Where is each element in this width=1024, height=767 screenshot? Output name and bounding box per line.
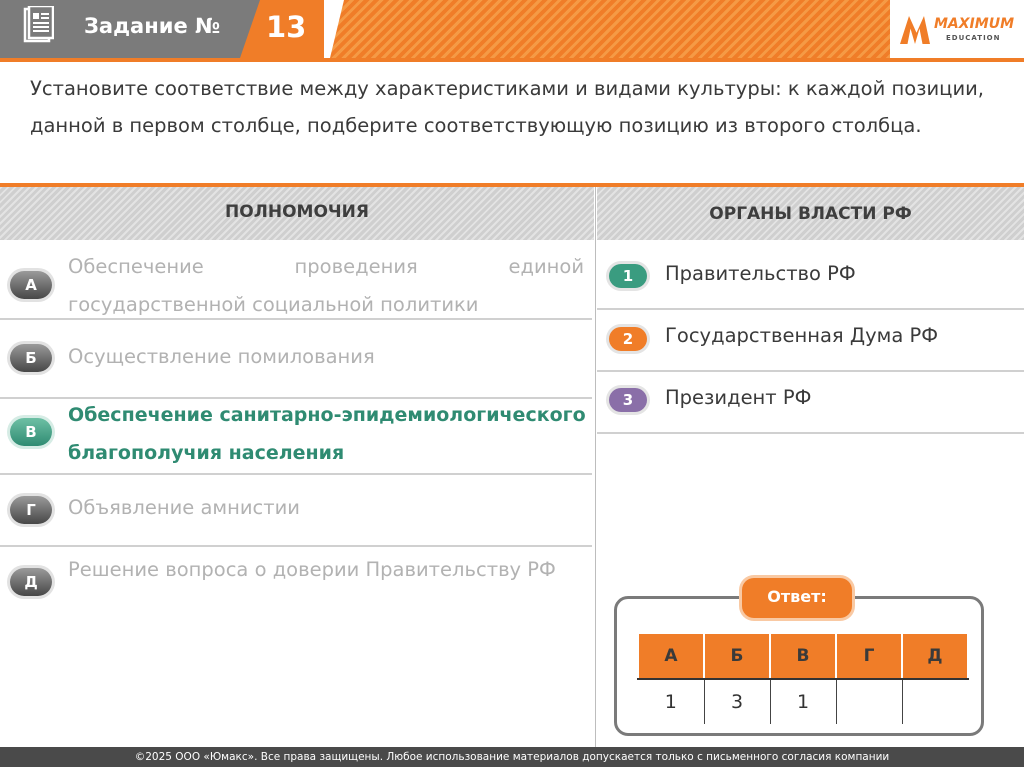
list-item-3[interactable]: 3 Президент РФ xyxy=(597,372,1024,434)
page-title: Задание № xyxy=(84,14,221,38)
right-column-header: ОРГАНЫ ВЛАСТИ РФ xyxy=(597,187,1024,240)
letter-badge-d: Г xyxy=(10,496,52,524)
answer-table: А Б В Г Д 1 3 1 xyxy=(637,632,969,724)
letter-badge-c: В xyxy=(10,418,52,446)
answer-header-b: Б xyxy=(703,632,771,680)
letter-badge-e: Д xyxy=(10,568,52,596)
copyright-text: ©2025 ООО «Юмакс». Все права защищены. Л… xyxy=(134,751,890,763)
footer-bar: ©2025 ООО «Юмакс». Все права защищены. Л… xyxy=(0,747,1024,767)
left-column-title: ПОЛНОМОЧИЯ xyxy=(225,202,369,222)
list-item-1[interactable]: 1 Правительство РФ xyxy=(597,240,1024,310)
header-stripe-decoration xyxy=(330,0,890,58)
answer-header-d: Г xyxy=(835,632,903,680)
item-text-e: Решение вопроса о доверии Правительству … xyxy=(68,558,556,581)
item-text-b: Осуществление помилования xyxy=(68,345,375,368)
right-column-title: ОРГАНЫ ВЛАСТИ РФ xyxy=(709,204,912,224)
logo-subtext: EDUCATION xyxy=(946,34,1001,42)
answer-header-a: А xyxy=(637,632,705,680)
list-item-b[interactable]: Б Осуществление помилования xyxy=(0,320,592,399)
item-text-a: Обеспечение проведения единой государств… xyxy=(68,255,584,316)
number-badge-2: 2 xyxy=(609,327,647,351)
answer-cell-b[interactable]: 3 xyxy=(703,678,771,724)
number-badge-3: 3 xyxy=(609,388,647,412)
answer-value-row: 1 3 1 xyxy=(638,678,968,724)
header-underline xyxy=(0,58,1024,62)
answer-cell-a[interactable]: 1 xyxy=(638,678,705,724)
document-icon xyxy=(23,6,54,43)
answer-cell-c[interactable]: 1 xyxy=(769,678,837,724)
left-column-header: ПОЛНОМОЧИЯ xyxy=(0,187,594,240)
logo-text: MAXIMUM xyxy=(934,16,1015,32)
answer-cell-e[interactable] xyxy=(901,678,968,724)
item-text-3: Президент РФ xyxy=(665,386,812,409)
header-title-bar: Задание № xyxy=(0,0,268,58)
slide-header: Задание № 13 MAXIMUM EDUCATION xyxy=(0,0,1024,62)
number-badge-1: 1 xyxy=(609,264,647,288)
answer-header-row: А Б В Г Д xyxy=(637,632,969,680)
list-item-a[interactable]: А Обеспечение проведения единой государс… xyxy=(0,240,592,320)
maximum-logo: MAXIMUM EDUCATION xyxy=(900,14,1014,48)
letter-badge-b: Б xyxy=(10,344,52,372)
list-item-d[interactable]: Г Объявление амнистии xyxy=(0,475,592,547)
item-text-1: Правительство РФ xyxy=(665,262,856,285)
list-item-c[interactable]: В Обеспечение санитарно-эпидемиологическ… xyxy=(0,399,592,475)
item-text-c: Обеспечение санитарно-эпидемиологическог… xyxy=(68,404,586,464)
item-text-2: Государственная Дума РФ xyxy=(665,324,939,347)
task-number: 13 xyxy=(266,10,307,44)
answer-header-e: Д xyxy=(901,632,969,680)
logo-mark-icon xyxy=(900,16,930,44)
list-item-e[interactable]: Д Решение вопроса о доверии Правительств… xyxy=(0,547,592,647)
answer-label: Ответ: xyxy=(742,578,852,618)
letter-badge-a: А xyxy=(10,271,52,299)
item-text-d: Объявление амнистии xyxy=(68,496,300,519)
answer-header-c: В xyxy=(769,632,837,680)
task-text: Установите соответствие между характерис… xyxy=(30,77,984,137)
answer-cell-d[interactable] xyxy=(835,678,903,724)
list-item-2[interactable]: 2 Государственная Дума РФ xyxy=(597,310,1024,372)
